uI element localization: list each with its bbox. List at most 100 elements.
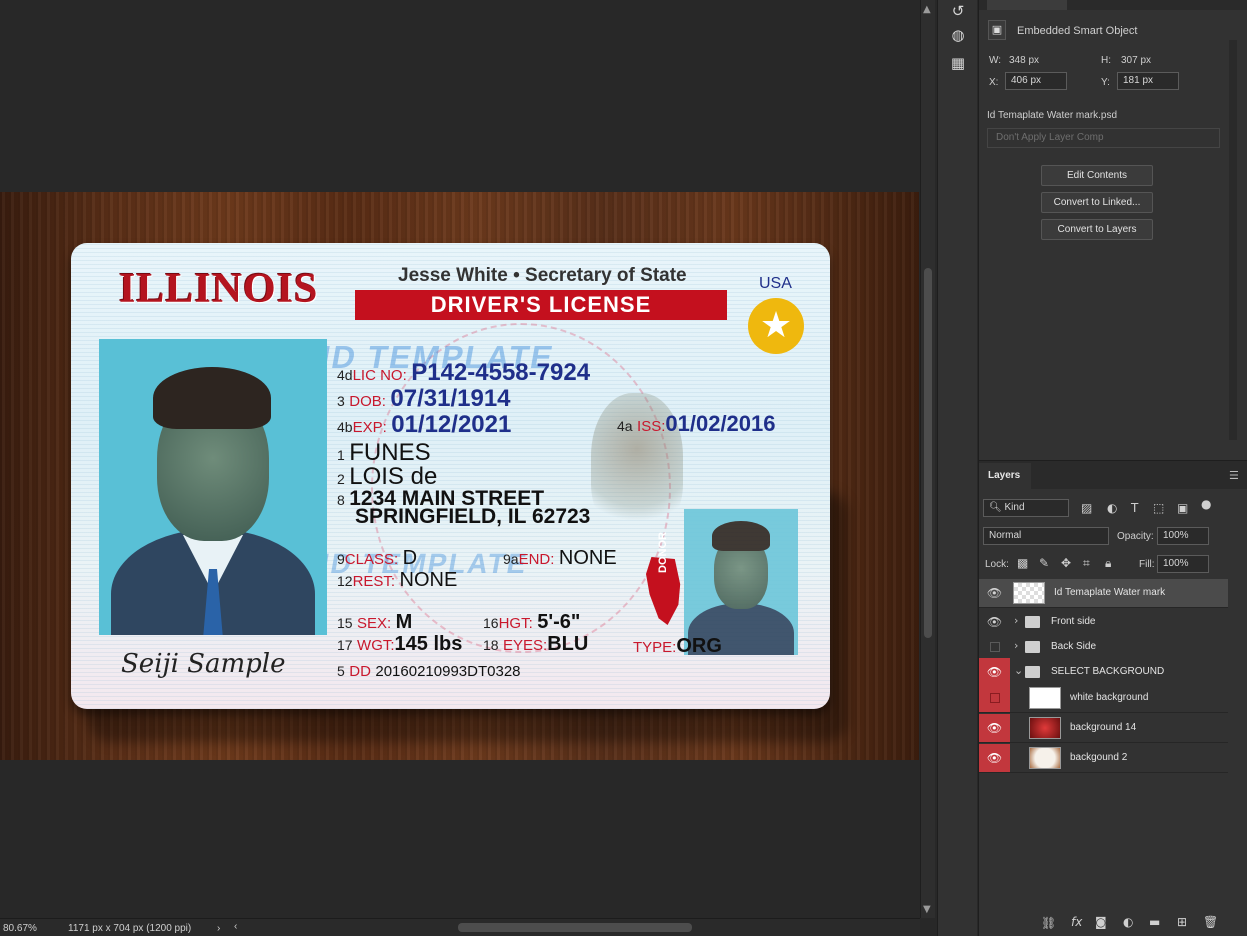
field-num: 17 [337,637,353,653]
lock-all-icon[interactable]: 🔒︎ [1105,556,1111,571]
history-icon[interactable]: ↺ [946,0,970,22]
document-image[interactable]: ILLINOIS Jesse White • Secretary of Stat… [0,192,919,760]
scrollbar-thumb[interactable] [924,268,932,638]
layer-name: Id Temaplate Water mark [1054,587,1166,598]
lock-pixels-icon[interactable]: ✎ [1039,556,1049,570]
tab-layers[interactable]: Layers [979,463,1031,489]
new-layer-icon[interactable]: ⊞ [1177,915,1187,929]
new-group-icon[interactable]: ▬ [1149,915,1160,929]
filter-toggle-icon[interactable]: ● [1201,497,1211,511]
scroll-up-icon[interactable]: ▲ [923,4,931,15]
chevron-right-icon[interactable]: › [1014,639,1018,652]
address-line-2: SPRINGFIELD, IL 62723 [355,505,591,528]
x-label: X: [989,77,999,88]
panel-menu-icon[interactable]: ☰ [1229,469,1239,482]
fx-icon[interactable]: fx [1071,915,1082,929]
type-filter-icon[interactable]: T [1131,501,1138,515]
visibility-eye-icon[interactable]: 👁︎ [979,744,1010,772]
field-license-number: 4dLIC NO: P142-4558-7924 [337,359,590,387]
lock-artboard-icon[interactable]: ⌗ [1083,556,1090,571]
visibility-eye-icon[interactable] [979,633,1010,661]
scroll-left-icon[interactable]: ‹ [234,921,237,932]
scrollbar-thumb[interactable] [458,923,692,932]
folder-icon [1025,666,1040,678]
convert-to-linked-button[interactable]: Convert to Linked... [1041,192,1153,213]
field-label: END: [518,551,555,568]
layer-thumbnail [1013,582,1045,604]
y-field[interactable]: 181 px [1117,72,1179,90]
field-value: 20160210993DT0328 [375,663,521,680]
field-num: 4d [337,367,353,383]
field-num: 4a [617,418,633,434]
license-title: DRIVER'S LICENSE [355,290,727,320]
visibility-eye-icon[interactable]: 👁︎ [979,658,1010,686]
folder-icon [1025,616,1040,628]
field-value: BLU [547,633,589,655]
photo-hair [153,367,271,429]
lock-position-icon[interactable]: ✥ [1061,556,1071,570]
link-layers-icon[interactable]: ⛓︎ [1041,916,1056,930]
layer-row[interactable]: 👁︎ backgound 2 [979,744,1228,773]
visibility-eye-icon[interactable] [979,684,1010,712]
field-label: TYPE: [633,639,677,656]
convert-to-layers-button[interactable]: Convert to Layers [1041,219,1153,240]
image-filter-icon[interactable]: ▨ [1081,501,1092,515]
layer-row[interactable]: 👁︎ ⌄ SELECT BACKGROUND [979,658,1228,687]
field-label: LIC NO: [352,367,407,384]
layer-name: background 14 [1070,722,1137,733]
document-canvas[interactable]: ILLINOIS Jesse White • Secretary of Stat… [0,0,920,918]
star-icon: ★ [748,298,804,354]
field-issue: 4a ISS:01/02/2016 [617,411,776,437]
add-mask-icon[interactable]: ◙ [1095,915,1107,929]
shape-filter-icon[interactable]: ⬚ [1153,501,1164,515]
visibility-eye-icon[interactable]: 👁︎ [979,714,1010,742]
scroll-down-icon[interactable]: ▼ [923,904,931,915]
field-value: LOIS de [349,463,438,490]
layer-row[interactable]: white background [979,684,1228,713]
tab-properties[interactable] [987,0,1067,10]
x-field[interactable]: 406 px [1005,72,1067,90]
field-value: 145 lbs [394,633,463,655]
lock-transparency-icon[interactable]: ▩ [1017,556,1028,570]
canvas-vertical-scrollbar[interactable]: ▲ ▼ [920,0,935,918]
trash-icon[interactable]: 🗑︎ [1203,915,1218,929]
chevron-right-icon[interactable]: › [217,923,220,934]
field-num: 1 [337,447,345,463]
field-expiry: 4bEXP: 01/12/2021 [337,411,511,439]
layer-comp-select[interactable]: Don't Apply Layer Comp [987,128,1220,148]
fill-field[interactable]: 100% [1157,555,1209,573]
visibility-eye-icon[interactable]: 👁︎ [979,579,1010,607]
field-label: EXP: [352,419,387,436]
field-value: P142-4558-7924 [411,359,591,386]
chevron-down-icon[interactable]: ⌄ [1014,664,1023,677]
linked-filename: Id Temaplate Water mark.psd [987,110,1118,121]
opacity-field[interactable]: 100% [1157,527,1209,545]
ghost-photo [684,509,798,655]
photoshop-window: ILLINOIS Jesse White • Secretary of Stat… [0,0,1247,936]
visibility-eye-icon[interactable]: 👁︎ [979,608,1010,636]
field-num: 12 [337,573,353,589]
adjustment-filter-icon[interactable]: ◐ [1107,501,1117,515]
chevron-right-icon[interactable]: › [1014,614,1018,627]
field-value: 5'-6" [537,611,581,633]
canvas-horizontal-scrollbar[interactable]: ‹ [230,921,920,934]
layer-row[interactable]: 👁︎ background 14 [979,714,1228,743]
adjustment-layer-icon[interactable]: ◐ [1123,915,1133,929]
layer-row[interactable]: 👁︎ Id Temaplate Water mark [979,579,1228,608]
properties-scrollbar[interactable] [1229,40,1237,440]
layer-name: SELECT BACKGROUND [1051,666,1165,677]
field-value: 01/12/2021 [391,411,512,438]
zoom-level[interactable]: 80.67% [3,923,37,934]
grid-icon[interactable]: ▦ [946,52,970,74]
status-bar: 80.67% 1171 px x 704 px (1200 ppi) › ‹ [0,918,920,936]
smartobject-filter-icon[interactable]: ▣ [1177,501,1188,515]
edit-contents-button[interactable]: Edit Contents [1041,165,1153,186]
filter-kind-select[interactable]: 🔍︎ Kind [983,499,1069,517]
blend-mode-select[interactable]: Normal [983,527,1109,545]
ghost-hair [712,521,770,551]
id-card: ILLINOIS Jesse White • Secretary of Stat… [71,243,830,709]
palette-icon[interactable]: ◍ [946,24,970,46]
field-label: SEX: [357,615,392,632]
field-height: 16HGT: 5'-6" [483,611,580,634]
field-num: 9a [503,551,519,567]
